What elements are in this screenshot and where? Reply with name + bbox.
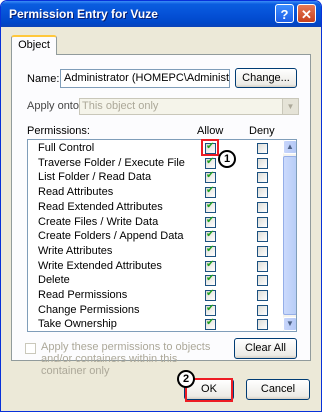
permission-row: Change Permissions — [28, 303, 283, 318]
scrollbar-thumb[interactable] — [283, 156, 296, 315]
apply-onto-select[interactable]: This object only ▼ — [79, 98, 299, 115]
tab-object[interactable]: Object — [11, 35, 57, 55]
allow-checkbox[interactable] — [205, 200, 216, 213]
allow-checkbox[interactable] — [205, 170, 216, 184]
change-button[interactable]: Change... — [235, 68, 297, 88]
deny-checkbox[interactable] — [257, 304, 268, 316]
deny-checkbox[interactable] — [257, 319, 268, 331]
deny-checkbox[interactable] — [257, 143, 268, 154]
permission-name: Write Extended Attributes — [38, 259, 162, 272]
cancel-button[interactable]: Cancel — [246, 379, 310, 400]
permission-name: Read Attributes — [38, 186, 114, 199]
permission-row: Create Files / Write Data — [28, 215, 283, 230]
allow-checkbox[interactable] — [205, 303, 216, 316]
permission-name: Change Permissions — [38, 303, 140, 316]
apply-onto-value: This object only — [82, 100, 159, 112]
clear-all-button[interactable]: Clear All — [234, 338, 297, 359]
permissions-scrollbar[interactable]: ▲ ▼ — [283, 140, 296, 331]
permission-name: Traverse Folder / Execute File — [38, 156, 185, 169]
deny-checkbox[interactable] — [257, 245, 268, 257]
deny-checkbox[interactable] — [257, 201, 268, 213]
chevron-down-icon: ▼ — [282, 99, 298, 114]
permission-row: Full Control — [28, 141, 283, 156]
close-button[interactable]: ✕ — [297, 4, 316, 23]
deny-checkbox[interactable] — [257, 290, 268, 301]
permission-row: Create Folders / Append Data — [28, 229, 283, 244]
apply-within-checkbox[interactable] — [25, 343, 36, 354]
annotation-badge-2: 2 — [177, 370, 195, 388]
allow-checkbox[interactable] — [205, 273, 216, 287]
deny-checkbox[interactable] — [257, 157, 268, 169]
scroll-down-arrow-icon[interactable]: ▼ — [283, 317, 296, 331]
permission-name: Read Permissions — [38, 289, 128, 301]
allow-checkbox[interactable] — [205, 215, 216, 228]
permission-name: Read Extended Attributes — [38, 200, 163, 213]
permission-name: List Folder / Read Data — [38, 171, 152, 184]
permission-name: Full Control — [38, 142, 95, 154]
allow-checkbox[interactable] — [205, 259, 216, 272]
title-bar: Permission Entry for Vuze ? ✕ — [1, 1, 321, 27]
annotation-badge-1: 1 — [218, 150, 236, 168]
permission-row: Read Extended Attributes — [28, 200, 283, 215]
permissions-list: Full Control Traverse Folder / Execute Fi… — [27, 139, 297, 332]
name-field: Administrator (HOMEPC\Administrator) — [60, 69, 230, 88]
help-button[interactable]: ? — [275, 4, 294, 23]
permission-row: Delete — [28, 273, 283, 288]
apply-onto-label: Apply onto: — [27, 100, 83, 112]
permission-row: Write Extended Attributes — [28, 259, 283, 274]
permission-row: Write Attributes — [28, 244, 283, 259]
window-title: Permission Entry for Vuze — [9, 7, 158, 21]
permission-row: Read Attributes — [28, 185, 283, 200]
allow-header: Allow — [197, 125, 224, 137]
deny-checkbox[interactable] — [257, 260, 268, 272]
deny-checkbox[interactable] — [257, 216, 268, 228]
permission-entry-dialog: Permission Entry for Vuze ? ✕ Object Nam… — [0, 0, 322, 412]
allow-checkbox[interactable] — [205, 244, 216, 257]
permission-name: Create Files / Write Data — [38, 215, 159, 228]
deny-checkbox[interactable] — [257, 187, 268, 199]
permissions-header: Permissions: — [27, 125, 90, 137]
permission-name: Delete — [38, 274, 70, 287]
allow-checkbox[interactable] — [205, 156, 216, 169]
annotation-highlight-full-control — [201, 139, 219, 156]
name-label: Name: — [27, 73, 60, 85]
allow-checkbox[interactable] — [205, 229, 216, 243]
allow-checkbox[interactable] — [205, 185, 216, 199]
permission-name: Create Folders / Append Data — [38, 230, 184, 243]
allow-checkbox[interactable] — [205, 288, 216, 301]
permission-row: Traverse Folder / Execute File — [28, 156, 283, 171]
scroll-up-arrow-icon[interactable]: ▲ — [283, 140, 296, 154]
deny-checkbox[interactable] — [257, 172, 268, 184]
deny-header: Deny — [249, 125, 275, 137]
allow-checkbox[interactable] — [205, 317, 216, 331]
permission-name: Write Attributes — [38, 244, 113, 257]
deny-checkbox[interactable] — [257, 275, 268, 287]
deny-checkbox[interactable] — [257, 231, 268, 243]
permission-row: Take Ownership — [28, 317, 283, 331]
permission-row: Read Permissions — [28, 288, 283, 303]
permission-row: List Folder / Read Data — [28, 170, 283, 185]
permission-name: Take Ownership — [38, 318, 117, 331]
